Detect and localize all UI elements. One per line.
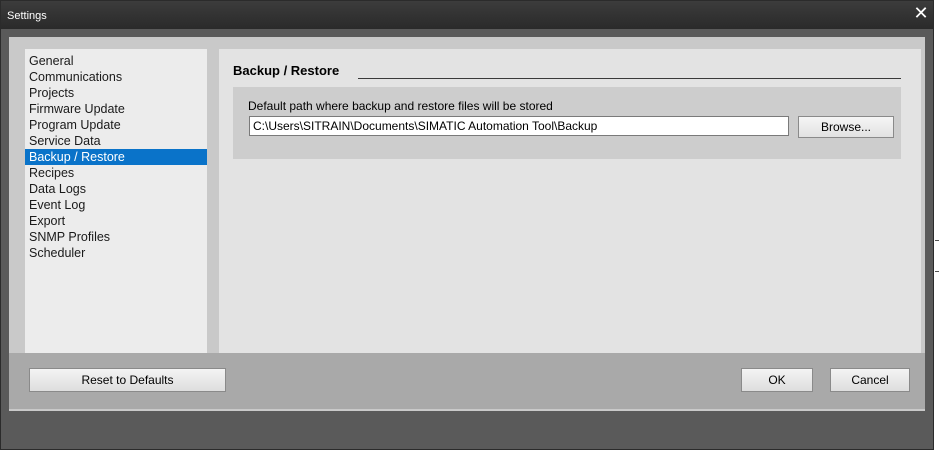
bottom-strip [9, 411, 925, 443]
edge-divider [935, 271, 939, 272]
sidebar-item-recipes[interactable]: Recipes [25, 165, 207, 181]
backup-path-label: Default path where backup and restore fi… [248, 99, 553, 113]
sidebar-item-firmware-update[interactable]: Firmware Update [25, 101, 207, 117]
sidebar-item-snmp-profiles[interactable]: SNMP Profiles [25, 229, 207, 245]
sidebar-item-projects[interactable]: Projects [25, 85, 207, 101]
settings-nav: General Communications Projects Firmware Up… [25, 49, 207, 374]
title-bar[interactable]: Settings ✕ [1, 1, 933, 29]
backup-path-group: Default path where backup and restore fi… [233, 87, 901, 159]
section-title: Backup / Restore [233, 63, 340, 78]
dialog-footer: Reset to Defaults OK Cancel [9, 353, 925, 409]
sidebar-item-general[interactable]: General [25, 53, 207, 69]
browse-button[interactable]: Browse... [798, 116, 894, 138]
reset-to-defaults-button[interactable]: Reset to Defaults [29, 368, 226, 392]
window-title: Settings [7, 10, 47, 22]
close-icon[interactable]: ✕ [911, 3, 931, 23]
settings-nav-list: General Communications Projects Firmware Up… [25, 53, 207, 261]
ok-button[interactable]: OK [741, 368, 813, 392]
sidebar-item-export[interactable]: Export [25, 213, 207, 229]
sidebar-item-communications[interactable]: Communications [25, 69, 207, 85]
sidebar-item-service-data[interactable]: Service Data [25, 133, 207, 149]
backup-path-input[interactable] [249, 116, 789, 136]
cancel-button[interactable]: Cancel [830, 368, 910, 392]
sidebar-item-backup-restore[interactable]: Backup / Restore [25, 149, 207, 165]
settings-content-panel: Backup / Restore Default path where back… [219, 49, 921, 374]
settings-window: Settings ✕ General Communications Projects… [0, 0, 934, 450]
sidebar-item-scheduler[interactable]: Scheduler [25, 245, 207, 261]
section-divider [358, 78, 901, 79]
sidebar-item-program-update[interactable]: Program Update [25, 117, 207, 133]
edge-divider [935, 240, 939, 241]
sidebar-item-data-logs[interactable]: Data Logs [25, 181, 207, 197]
sidebar-item-event-log[interactable]: Event Log [25, 197, 207, 213]
